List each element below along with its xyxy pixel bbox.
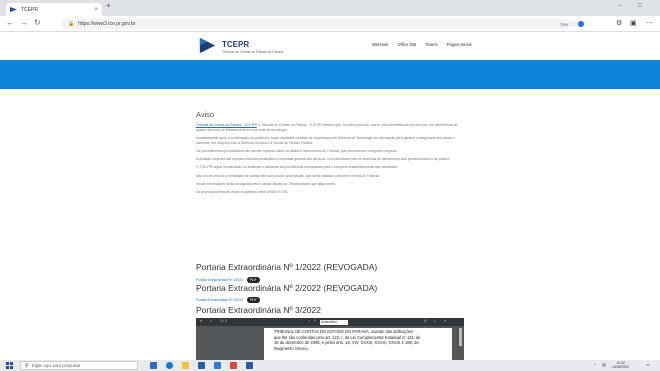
site-header xyxy=(0,32,660,60)
download-icon[interactable]: ⤓ xyxy=(434,319,436,324)
pdf-zoom-select[interactable]: Automático xyxy=(320,319,348,325)
lock-icon: 🔒 xyxy=(68,21,75,27)
tcepr-link[interactable]: Tribunal de Contas do Paraná - TCE-PR xyxy=(196,123,257,127)
windows-start-icon[interactable] xyxy=(6,362,13,369)
taskbar-search-input[interactable]: ⚲ Digite aqui para pesquisar xyxy=(20,361,138,370)
nav-link-webmail[interactable]: Webmail xyxy=(372,42,388,47)
portaria-title-2: Portaria Extraordinária Nº 2/2022 (REVOG… xyxy=(196,283,378,293)
aviso-paragraph: Novas informações serão divulgadas pelos… xyxy=(196,181,336,186)
file-explorer-icon[interactable] xyxy=(182,362,189,369)
edge-browser-icon[interactable] xyxy=(166,362,173,369)
forward-arrow-icon[interactable]: → xyxy=(20,19,28,27)
pdf-toolbar: ≡ ⌕ 1 / 1 − + Automático ⎙ ⤓ » xyxy=(196,318,464,326)
zoom-indicator[interactable]: 75% xyxy=(560,22,568,27)
portaria-title-3: Portaria Extraordinária Nº 3/2022 xyxy=(196,305,322,315)
aviso-paragraph: Imediatamente após a confirmação do prob… xyxy=(196,135,456,145)
pdf-page-info[interactable]: 1 / 1 xyxy=(220,319,227,324)
tab-close-button[interactable]: × xyxy=(94,7,98,13)
search-placeholder: Digite aqui para pesquisar xyxy=(31,363,81,368)
portaria-title-1: Portaria Extraordinária Nº 1/2022 (REVOG… xyxy=(196,262,378,272)
store-icon[interactable] xyxy=(198,362,205,369)
pdf-text-line: 15 de dezembro de 2005, e pelos arts. 16… xyxy=(274,340,419,345)
menu-icon[interactable]: ⋯ xyxy=(646,20,653,27)
task-view-icon[interactable] xyxy=(150,362,157,369)
browser-address-bar: ← → ↻ 🔒 https://www3.tce.pr.gov.br 75% ⚙… xyxy=(0,16,660,32)
aviso-section: Aviso Tribunal de Contas do Paraná - TCE… xyxy=(196,110,466,198)
network-icon[interactable]: ▤ xyxy=(602,362,606,367)
tray-arrow-icon[interactable]: ^ xyxy=(594,362,596,367)
nav-link-office365[interactable]: Office 365 xyxy=(397,42,416,47)
toolbar-toggle[interactable] xyxy=(570,21,584,27)
portaria-link-2: Portaria Extraordinária Nº 2/2022 PDF xyxy=(196,297,260,303)
mail-icon[interactable] xyxy=(214,362,221,369)
print-icon[interactable]: ⎙ xyxy=(424,319,427,324)
windows-taskbar: ⚲ Digite aqui para pesquisar ^ ▤ 10:02 2… xyxy=(0,360,660,371)
extensions-icon[interactable]: ⚙ xyxy=(616,20,622,27)
search-icon: ⚲ xyxy=(25,362,29,369)
nav-link-teams[interactable]: Teams xyxy=(425,42,437,47)
aviso-paragraph: Tribunal de Contas do Paraná - TCE-PR O … xyxy=(196,123,458,132)
new-tab-button[interactable]: + xyxy=(106,2,111,10)
pdf-text-line: Regimento Interno, xyxy=(274,345,309,351)
app-icon[interactable] xyxy=(230,362,237,369)
pdf-page: TRIBUNAL DE CONTAS DO ESTADO DO PARANÁ, … xyxy=(264,328,452,360)
tcepr-favicon-icon xyxy=(10,7,17,12)
aviso-paragraph: Os procedimentos já realizados não tiver… xyxy=(196,148,398,153)
collections-icon[interactable]: ▣ xyxy=(630,20,637,27)
top-navigation: Webmail Office 365 Teams Página Inicial xyxy=(372,42,472,47)
aviso-paragraph: A atuação conjunta das equipes técnicas … xyxy=(196,157,451,162)
back-arrow-icon[interactable]: ← xyxy=(6,19,14,27)
site-subtitle: Tribunal de Contas do Estado do Paraná xyxy=(222,50,284,54)
nav-link-home[interactable]: Página Inicial xyxy=(447,42,472,47)
zoom-in-icon[interactable]: + xyxy=(314,319,316,324)
aviso-paragraph: Os prazos processuais estão suspensos en… xyxy=(196,189,289,194)
taskbar-clock[interactable]: 10:02 24/08/2022 xyxy=(612,361,629,369)
reload-icon[interactable]: ↻ xyxy=(34,19,41,27)
pdf-viewer[interactable]: ≡ ⌕ 1 / 1 − + Automático ⎙ ⤓ » TRIBUNAL … xyxy=(196,318,464,360)
sidebar-toggle-icon[interactable]: ≡ xyxy=(200,319,202,324)
portaria-document-link[interactable]: Portaria Extraordinária Nº 1/2022 xyxy=(196,278,243,282)
pdf-scrollbar[interactable] xyxy=(459,328,462,346)
minimize-button[interactable]: – xyxy=(618,3,621,9)
zoom-out-icon[interactable]: − xyxy=(308,319,310,324)
tab-title: TCEPR xyxy=(21,6,38,13)
hero-banner xyxy=(0,60,660,89)
more-tools-icon[interactable]: » xyxy=(444,319,446,324)
pdf-search-icon[interactable]: ⌕ xyxy=(210,319,212,324)
browser-tab[interactable]: TCEPR × xyxy=(6,3,102,16)
outlook-icon[interactable] xyxy=(246,362,253,369)
url-field[interactable]: 🔒 https://www3.tce.pr.gov.br xyxy=(62,19,572,29)
aviso-title: Aviso xyxy=(196,110,215,119)
maximize-button[interactable]: □ xyxy=(638,3,642,9)
aviso-paragraph: Não houve prejuízo à prestação de contas… xyxy=(196,173,380,178)
aviso-paragraph: O TCE-PR segue monitorando os sistemas e… xyxy=(196,165,398,170)
clock-date: 24/08/2022 xyxy=(612,365,629,369)
tcepr-logo-icon[interactable] xyxy=(199,37,216,54)
browser-tab-bar: TCEPR × + – □ xyxy=(0,0,660,16)
site-brand[interactable]: TCEPR xyxy=(222,40,249,49)
pdf-badge[interactable]: PDF xyxy=(246,297,260,303)
portaria-document-link[interactable]: Portaria Extraordinária Nº 2/2022 xyxy=(196,298,243,302)
notification-icon[interactable]: ▭ xyxy=(646,362,650,367)
url-text: https://www3.tce.pr.gov.br xyxy=(78,21,136,27)
